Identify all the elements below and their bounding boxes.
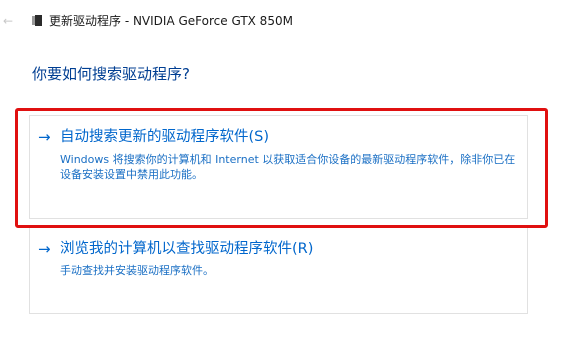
browse-computer-driver-option[interactable]: → 浏览我的计算机以查找驱动程序软件(R) 手动查找并安装驱动程序软件。 (29, 226, 528, 314)
dialog-title: 更新驱动程序 - NVIDIA GeForce GTX 850M (49, 14, 293, 28)
option-description: Windows 将搜索你的计算机和 Internet 以获取适合你设备的最新驱动… (60, 153, 516, 181)
title-bar: ← 更新驱动程序 - NVIDIA GeForce GTX 850M (0, 12, 571, 32)
option-title: 浏览我的计算机以查找驱动程序软件(R) (60, 241, 314, 257)
back-arrow-icon[interactable]: ← (3, 13, 13, 29)
option-title: 自动搜索更新的驱动程序软件(S) (60, 129, 270, 145)
arrow-right-icon: → (38, 240, 51, 258)
option-title-row: → 浏览我的计算机以查找驱动程序软件(R) (38, 239, 313, 259)
arrow-right-icon: → (38, 128, 51, 146)
page-heading: 你要如何搜索驱动程序? (32, 65, 190, 83)
option-description: 手动查找并安装驱动程序软件。 (60, 264, 214, 277)
update-driver-dialog: ← 更新驱动程序 - NVIDIA GeForce GTX 850M 你要如何搜… (0, 0, 571, 349)
device-icon (32, 15, 42, 26)
option-title-row: → 自动搜索更新的驱动程序软件(S) (38, 127, 269, 147)
auto-search-driver-option[interactable]: → 自动搜索更新的驱动程序软件(S) Windows 将搜索你的计算机和 Int… (29, 115, 528, 219)
